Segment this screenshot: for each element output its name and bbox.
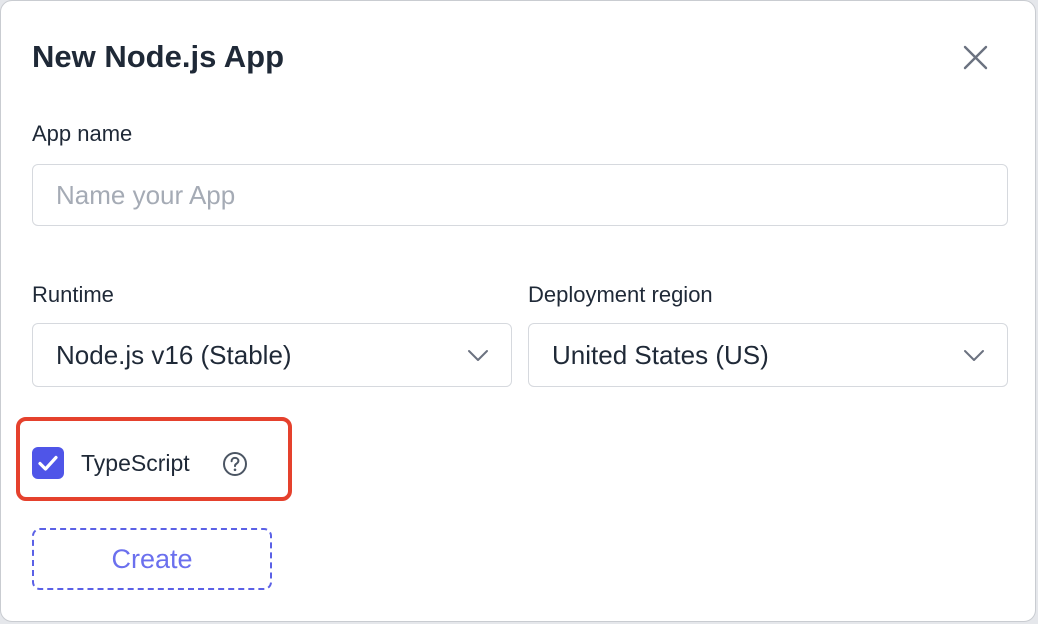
dialog-title: New Node.js App [32, 39, 285, 74]
close-icon [963, 45, 988, 70]
chevron-down-icon [468, 350, 488, 361]
app-name-input[interactable] [32, 164, 1008, 226]
deployment-region-label: Deployment region [528, 282, 713, 307]
typescript-label[interactable]: TypeScript [81, 449, 190, 477]
typescript-help-button[interactable] [222, 451, 248, 477]
runtime-select[interactable]: Node.js v16 (Stable) [32, 323, 512, 387]
chevron-down-icon [964, 350, 984, 361]
app-name-label: App name [32, 121, 133, 146]
new-app-dialog: New Node.js App App name Runtime Deploym… [0, 0, 1036, 622]
checkmark-icon [38, 455, 58, 471]
help-circle-icon [223, 452, 247, 476]
create-button[interactable]: Create [32, 528, 272, 590]
runtime-label: Runtime [32, 282, 114, 307]
runtime-selected-value: Node.js v16 (Stable) [56, 340, 292, 370]
typescript-checkbox[interactable] [32, 447, 64, 479]
close-button[interactable] [957, 39, 995, 77]
deployment-region-select[interactable]: United States (US) [528, 323, 1008, 387]
region-selected-value: United States (US) [552, 340, 769, 370]
